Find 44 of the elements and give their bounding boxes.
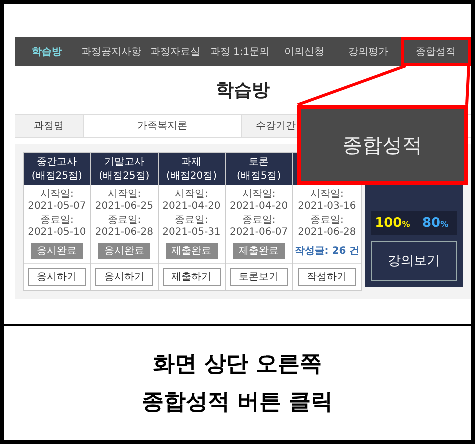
action-button[interactable]: 제출하기 (162, 268, 221, 286)
nav-item[interactable]: 종합성적 (400, 37, 471, 66)
start-date: 시작일: 2021-03-16 (297, 189, 358, 213)
card-title: 중간고사 (37, 156, 78, 169)
page-title: 학습방 (216, 79, 270, 102)
start-date: 시작일: 2021-04-20 (228, 189, 290, 213)
card-title: 과제 (182, 156, 202, 169)
end-date: 종료일: 2021-06-07 (228, 215, 290, 239)
nav-item[interactable]: 과정자료실 (144, 37, 208, 66)
score-value: 80% (421, 214, 450, 232)
nav-item[interactable]: 과정 1:1문의 (208, 37, 272, 66)
start-date: 시작일: 2021-05-07 (27, 189, 88, 213)
caption-text: 화면 상단 오른쪽 (152, 351, 322, 379)
start-date: 시작일: 2021-04-20 (162, 189, 222, 213)
end-date: 종료일: 2021-06-28 (94, 215, 154, 239)
action-button[interactable]: 응시하기 (95, 268, 154, 286)
caption-text: 종합성적 버튼 클릭 (142, 389, 334, 417)
card-subtitle: (배점20점) (166, 170, 217, 183)
card-subtitle: (배점5점) (236, 170, 282, 183)
score-value: 100% (374, 214, 412, 232)
card-title: 기말고사 (104, 156, 144, 169)
card-title: 토론 (249, 156, 270, 169)
action-button[interactable]: 작성하기 (298, 268, 356, 286)
nav-item[interactable]: 학습방 (15, 37, 80, 66)
action-button[interactable]: 응시하기 (28, 268, 86, 286)
nav-item[interactable]: 이의신청 (272, 37, 336, 66)
card-subtitle: (배점25점) (99, 170, 150, 183)
nav-item[interactable]: 강의평가 (336, 37, 401, 66)
status-badge: 응시완료 (98, 243, 150, 259)
action-button[interactable]: 토론보기 (230, 268, 288, 286)
lecture-view-button[interactable]: 강의보기 (371, 241, 457, 281)
post-count: 작성글: 26 건 (294, 245, 360, 258)
end-date: 종료일: 2021-06-28 (297, 215, 358, 239)
status-badge: 제출완료 (166, 243, 218, 259)
end-date: 종료일: 2021-05-10 (27, 215, 88, 239)
end-date: 종료일: 2021-05-31 (162, 215, 222, 239)
zoomed-button-callout: 종합성적 (297, 105, 468, 185)
info-label: 과정명 (15, 115, 84, 137)
start-date: 시작일: 2021-06-25 (94, 189, 154, 213)
leader-line (466, 66, 470, 106)
status-badge: 응시완료 (31, 243, 84, 259)
card-subtitle: (배점25점) (32, 170, 82, 183)
status-badge: 제출완료 (233, 243, 286, 259)
nav-item[interactable]: 과정공지사항 (79, 37, 144, 66)
